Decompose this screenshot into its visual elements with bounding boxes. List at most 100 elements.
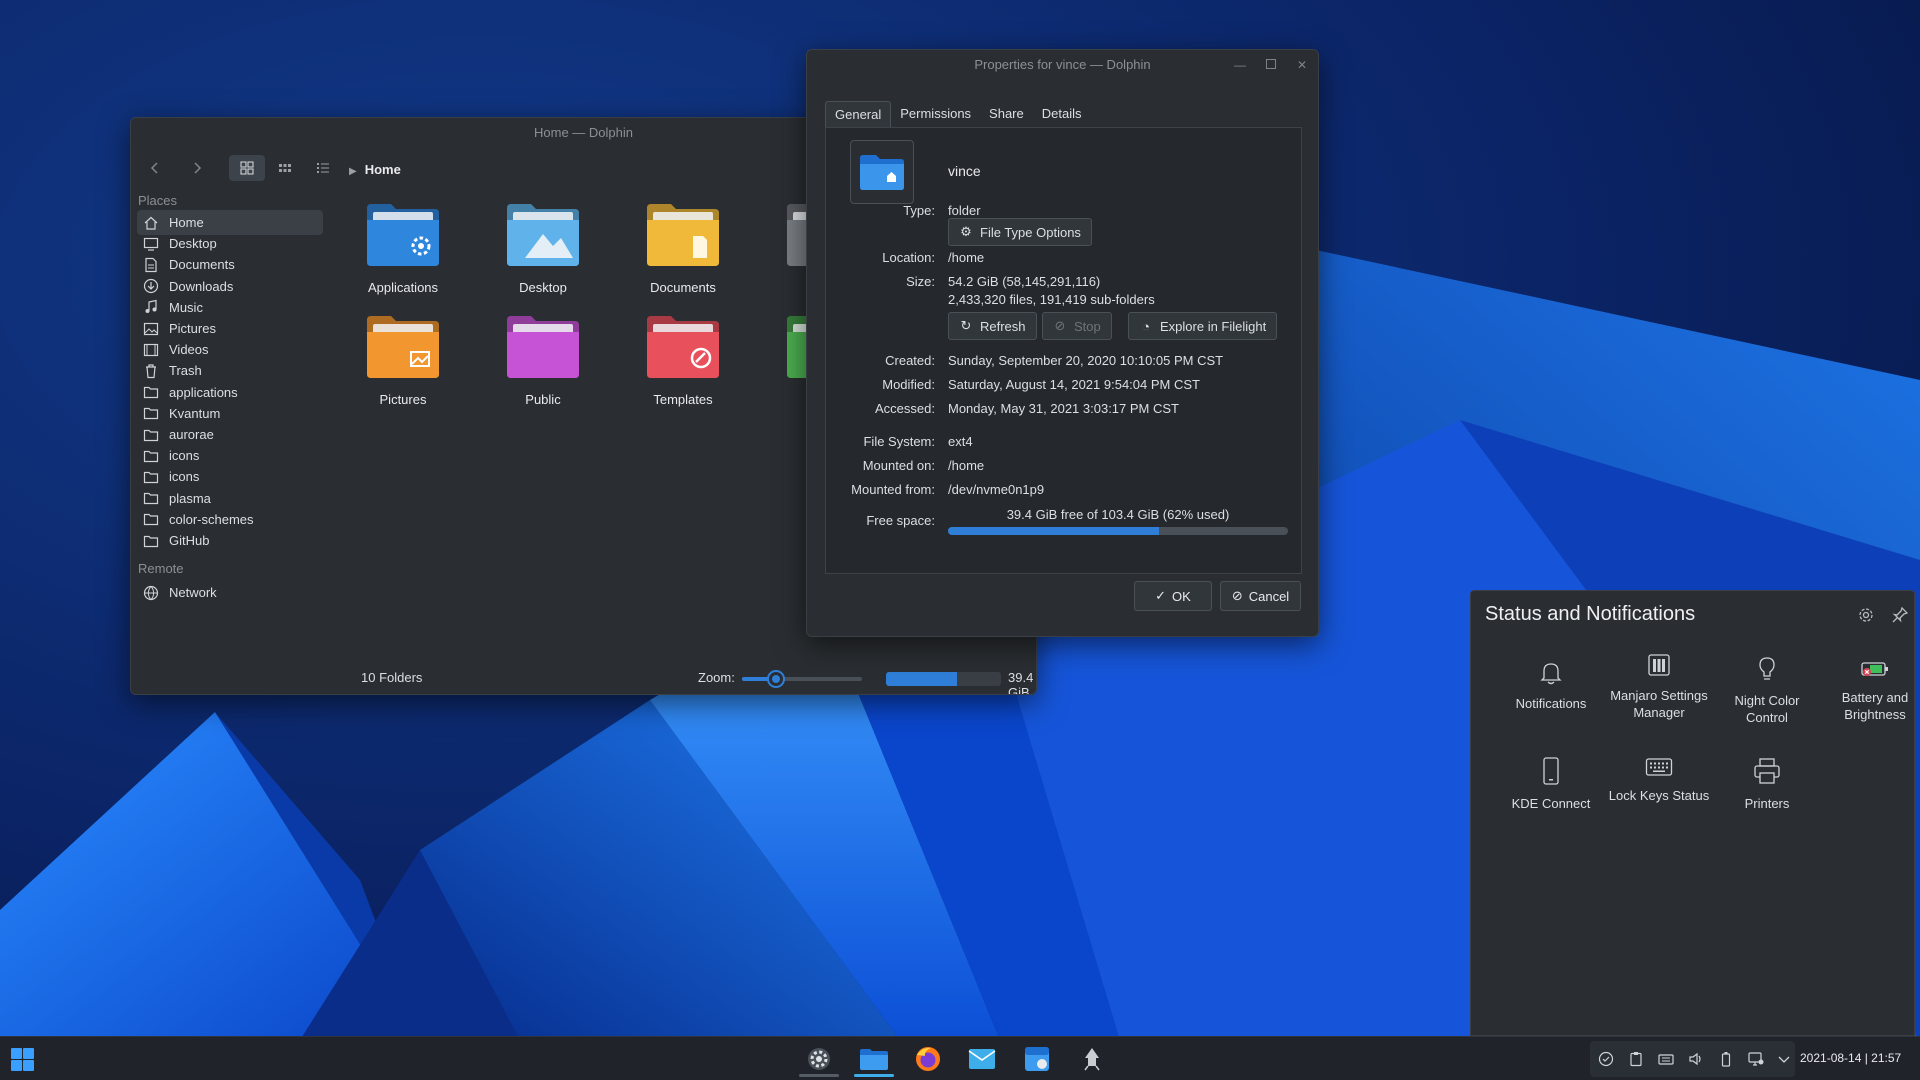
maximize-icon[interactable] — [1264, 58, 1278, 72]
place-label: plasma — [169, 490, 211, 506]
stop-button[interactable]: ⊘ Stop — [1042, 312, 1112, 340]
disk-usage-fill — [948, 527, 1159, 535]
application-launcher-button[interactable] — [10, 1047, 35, 1072]
tray-item-printers[interactable]: Printers — [1713, 757, 1821, 812]
tray-item-notifications[interactable]: Notifications — [1497, 661, 1605, 712]
windows-logo-icon — [11, 1048, 34, 1071]
place-label: Desktop — [169, 236, 217, 252]
pin-icon[interactable] — [1891, 606, 1909, 624]
remote-header: Remote — [138, 561, 184, 576]
ok-button[interactable]: ✓ OK — [1134, 581, 1212, 611]
firefox-icon — [916, 1047, 940, 1071]
tray-item-night-color[interactable]: Night Color Control — [1713, 656, 1821, 726]
network-icon — [143, 585, 159, 601]
printer-icon — [1754, 758, 1780, 784]
place-network[interactable]: Network — [137, 580, 323, 605]
folder-item-pictures[interactable]: Pictures — [343, 312, 463, 407]
configure-gear-icon[interactable] — [1857, 606, 1875, 624]
type-value: folder — [948, 203, 981, 218]
settings-gear-icon — [808, 1048, 830, 1070]
folder-icon — [143, 533, 159, 549]
task-indicator — [799, 1074, 839, 1077]
chevron-down-icon[interactable] — [1776, 1051, 1792, 1067]
compact-grid-icon — [279, 164, 291, 172]
refresh-label: Refresh — [980, 318, 1026, 334]
created-label: Created: — [885, 353, 935, 368]
volume-icon[interactable] — [1688, 1051, 1704, 1067]
stop-label: Stop — [1074, 318, 1101, 334]
explore-filelight-button[interactable]: ◔ Explore in Filelight — [1128, 312, 1278, 340]
videos-icon — [143, 342, 159, 358]
folder-icon-button[interactable] — [850, 140, 914, 204]
pictures-icon — [143, 321, 159, 337]
breadcrumb-home[interactable]: Home — [365, 162, 401, 177]
details-view-button[interactable] — [305, 155, 341, 181]
list-icon — [317, 163, 329, 173]
music-icon — [143, 299, 159, 315]
tray-item-label: Battery and Brightness — [1841, 690, 1909, 722]
location-value: /home — [948, 250, 985, 265]
trash-icon — [143, 363, 159, 379]
size-label: Size: — [906, 274, 935, 289]
place-label: Documents — [169, 257, 235, 273]
folder-item-public[interactable]: Public — [483, 312, 603, 407]
file-type-options-button[interactable]: ⚙ File Type Options — [948, 218, 1092, 246]
folder-label: Desktop — [519, 280, 567, 295]
place-github[interactable]: GitHub — [137, 528, 323, 553]
popup-title: Status and Notifications — [1485, 603, 1696, 625]
free-space-label: Free space: — [866, 513, 935, 528]
breadcrumb[interactable]: ▶ Home — [349, 162, 401, 177]
icons-view-button[interactable] — [229, 155, 265, 181]
accessed-label: Accessed: — [875, 401, 935, 416]
keyboard-layout-icon[interactable] — [1658, 1051, 1674, 1067]
tab-permissions[interactable]: Permissions — [891, 101, 980, 127]
folder-item-applications[interactable]: Applications — [343, 200, 463, 295]
task-firefox[interactable] — [904, 1041, 952, 1077]
tray-item-lock-keys[interactable]: Lock Keys Status — [1605, 757, 1713, 804]
clock[interactable]: 2021-08-14 | 21:57 — [1800, 1051, 1901, 1065]
downloads-icon — [143, 278, 159, 294]
battery-tray-icon[interactable] — [1718, 1051, 1734, 1067]
folder-item-desktop[interactable]: Desktop — [483, 200, 603, 295]
minimize-icon[interactable]: — — [1233, 58, 1247, 72]
task-manjaro-hello[interactable] — [1068, 1041, 1116, 1077]
taskbar: 2021-08-14 | 21:57 — [0, 1036, 1920, 1080]
folder-icon — [647, 316, 719, 378]
task-mail[interactable] — [958, 1041, 1006, 1077]
tray-item-manjaro-settings[interactable]: Manjaro Settings Manager — [1605, 653, 1713, 721]
place-label: applications — [169, 384, 238, 400]
updates-check-icon[interactable] — [1598, 1051, 1614, 1067]
ok-label: OK — [1172, 588, 1191, 604]
network-tray-icon[interactable] — [1748, 1051, 1764, 1067]
cancel-button[interactable]: ⊘ Cancel — [1220, 581, 1301, 611]
folder-icon — [143, 405, 159, 421]
forward-button[interactable] — [179, 155, 215, 181]
compact-view-button[interactable] — [267, 155, 303, 181]
folder-item-documents[interactable]: Documents — [623, 200, 743, 295]
place-label: color-schemes — [169, 511, 254, 527]
item-name[interactable]: vince — [948, 163, 981, 179]
places-header: Places — [138, 193, 178, 208]
task-system-settings[interactable] — [795, 1041, 843, 1077]
refresh-button[interactable]: ↻ Refresh — [948, 312, 1037, 340]
file-type-options-label: File Type Options — [980, 224, 1081, 240]
tab-share[interactable]: Share — [980, 101, 1033, 127]
explore-label: Explore in Filelight — [1160, 318, 1267, 334]
clipboard-icon[interactable] — [1628, 1051, 1644, 1067]
task-dolphin[interactable] — [850, 1041, 898, 1077]
refresh-icon: ↻ — [960, 318, 972, 333]
mounted-from-value: /dev/nvme0n1p9 — [948, 482, 1045, 497]
mail-icon — [968, 1049, 996, 1069]
tray-item-kde-connect[interactable]: KDE Connect — [1497, 757, 1605, 812]
zoom-slider[interactable] — [742, 670, 862, 688]
back-button[interactable] — [137, 155, 173, 181]
close-icon[interactable]: ✕ — [1295, 58, 1309, 72]
task-discover[interactable] — [1013, 1041, 1061, 1077]
folder-icon — [143, 427, 159, 443]
zoom-slider-handle[interactable] — [766, 670, 785, 688]
tray-item-battery[interactable]: Battery and Brightness — [1821, 659, 1920, 723]
tab-general[interactable]: General — [825, 101, 892, 127]
place-label: Kvantum — [169, 405, 221, 421]
tab-details[interactable]: Details — [1033, 101, 1091, 127]
folder-item-templates[interactable]: Templates — [623, 312, 743, 407]
